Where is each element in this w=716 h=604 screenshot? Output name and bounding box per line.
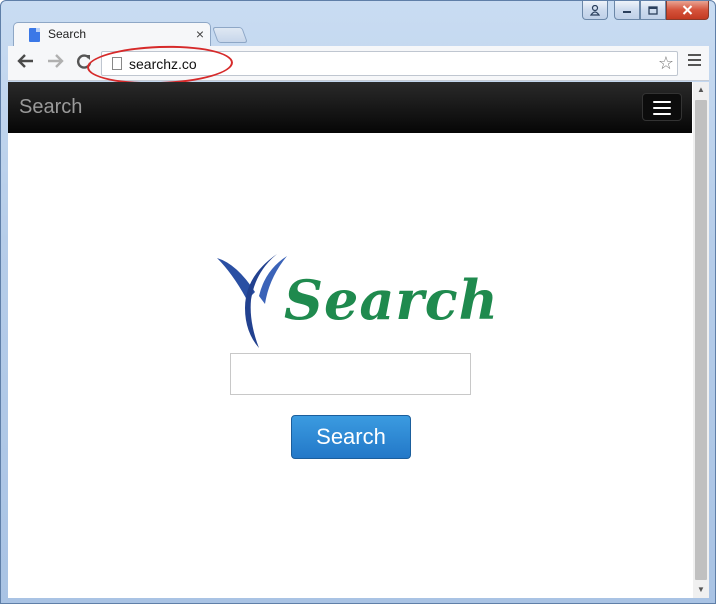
vertical-scrollbar[interactable]: ▲ ▼ [693, 82, 709, 598]
chrome-menu-icon[interactable] [688, 54, 701, 66]
title-bar [1, 1, 715, 23]
navbar-brand[interactable]: Search [19, 96, 82, 119]
tab-close-icon[interactable]: × [196, 26, 204, 42]
hamburger-menu-button[interactable] [642, 93, 682, 121]
minimize-icon[interactable] [614, 1, 640, 20]
tab-search[interactable]: Search × [13, 22, 211, 47]
scroll-up-arrow-icon[interactable]: ▲ [693, 82, 709, 98]
tab-title: Search [48, 27, 87, 41]
user-icon[interactable] [582, 1, 608, 20]
search-input[interactable] [230, 353, 471, 395]
scroll-thumb[interactable] [695, 100, 707, 580]
search-logo: Search [215, 252, 498, 352]
logo-wordmark: Search [284, 268, 499, 332]
search-button[interactable]: Search [291, 415, 411, 459]
scroll-down-arrow-icon[interactable]: ▼ [693, 582, 709, 598]
site-navbar: Search [8, 82, 692, 133]
close-icon[interactable] [666, 1, 709, 20]
window-controls [582, 1, 709, 20]
new-tab-button[interactable] [212, 27, 248, 43]
browser-window: Search × searchz.co ☆ Search Search Sear… [0, 0, 716, 604]
bookmark-star-icon[interactable]: ☆ [658, 53, 674, 74]
page-favicon-icon [29, 28, 40, 42]
maximize-icon[interactable] [640, 1, 666, 20]
y-swoosh-icon [217, 254, 287, 348]
back-arrow-icon[interactable] [17, 53, 35, 74]
page-viewport: Search Search Search ▲ ▼ [8, 82, 709, 598]
forward-arrow-icon[interactable] [46, 53, 64, 74]
